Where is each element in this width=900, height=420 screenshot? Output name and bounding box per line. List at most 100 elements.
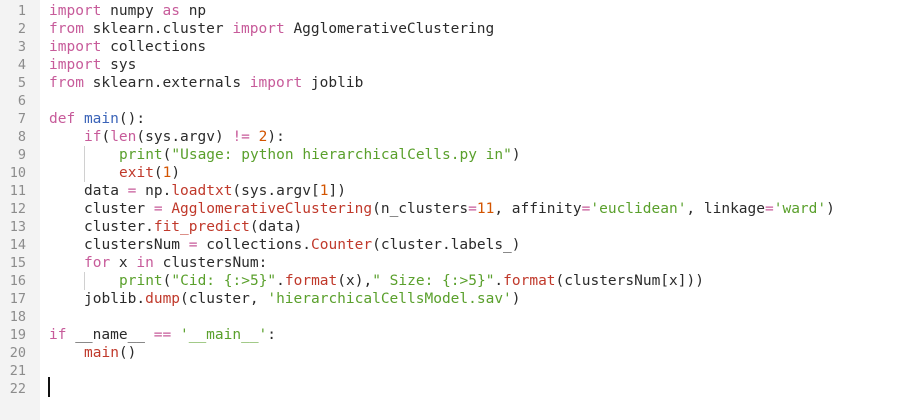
code-line[interactable]: 7 def main(): — [0, 110, 900, 128]
code-token: AgglomerativeClustering — [171, 201, 373, 217]
code-token: ) — [511, 147, 521, 163]
code-line[interactable]: 18 — [0, 308, 900, 326]
code-token: for — [84, 255, 111, 271]
code-token: . — [494, 273, 504, 289]
line-number: 17 — [9, 291, 26, 307]
line-number: 18 — [9, 309, 26, 325]
line-number: 19 — [9, 327, 26, 343]
code-token: (cluster.labels_) — [372, 237, 521, 253]
code-token: (cluster, — [180, 291, 268, 307]
code-token: = — [188, 237, 198, 253]
code-line[interactable]: 2 from sklearn.cluster import Agglomerati… — [0, 20, 900, 38]
code-token: if — [84, 129, 102, 145]
code-token: format — [503, 273, 556, 289]
code-line[interactable]: 12 cluster = AgglomerativeClustering(n_cl… — [0, 200, 900, 218]
code-token: loadtxt — [171, 183, 233, 199]
line-number: 5 — [17, 75, 26, 91]
code-text: cluster.fit_predict(data) — [49, 218, 302, 236]
code-line[interactable]: 8 if(len(sys.argv) != 2): — [0, 128, 900, 146]
code-token: ) — [171, 165, 181, 181]
line-number: 14 — [9, 237, 26, 253]
code-line[interactable]: 10 exit(1) — [0, 164, 900, 182]
code-text: import numpy as np — [49, 2, 206, 20]
code-line[interactable]: 21 — [0, 362, 900, 380]
code-line[interactable]: 9 print("Usage: python hierarchicalCells.… — [0, 146, 900, 164]
code-text: data = np.loadtxt(sys.argv[1]) — [49, 182, 346, 200]
code-line[interactable]: 16 print("Cid: {:>5}".format(x)," Size: {… — [0, 272, 900, 290]
code-text: exit(1) — [49, 164, 180, 182]
code-text: joblib.dump(cluster, 'hierarchicalCellsM… — [49, 290, 521, 308]
code-token: AgglomerativeClustering — [284, 21, 495, 37]
code-token: print — [119, 273, 163, 289]
code-token: if — [49, 327, 67, 343]
code-lines[interactable]: 1 import numpy as np 2 from sklearn.cluster… — [0, 2, 900, 398]
code-token: exit — [119, 165, 154, 181]
code-token: import — [49, 3, 102, 19]
code-line[interactable]: 14 clustersNum = collections.Counter(clus… — [0, 236, 900, 254]
code-token: cluster — [84, 201, 154, 217]
line-number: 22 — [9, 381, 26, 397]
code-token: "Usage: python hierarchicalCells.py in" — [171, 147, 512, 163]
code-token: ) — [511, 291, 521, 307]
code-token: sys — [101, 57, 137, 73]
code-token: 'hierarchicalCellsModel.sav' — [267, 291, 512, 307]
code-line[interactable]: 5 from sklearn.externals import joblib — [0, 74, 900, 92]
code-line[interactable]: 20 main() — [0, 344, 900, 362]
code-line[interactable]: 4 import sys — [0, 56, 900, 74]
line-number: 7 — [17, 111, 26, 127]
indent-guide — [49, 146, 84, 164]
code-token: clustersNum — [84, 237, 189, 253]
indent-guide — [49, 164, 84, 182]
code-line[interactable]: 6 — [0, 92, 900, 110]
code-line[interactable]: 1 import numpy as np — [0, 2, 900, 20]
code-token: , linkage — [686, 201, 765, 217]
code-token: x — [110, 255, 137, 271]
code-token: import — [49, 57, 102, 73]
code-token: ( — [153, 165, 163, 181]
code-token: import — [249, 75, 303, 91]
code-token: main — [84, 345, 119, 361]
line-number: 1 — [17, 3, 26, 19]
code-token: in — [136, 255, 154, 271]
indent-guide — [49, 254, 84, 272]
code-token: import — [232, 21, 285, 37]
code-token: (sys.argv[ — [232, 183, 320, 199]
indent-guide — [49, 218, 84, 236]
code-token: '__main__' — [179, 327, 268, 343]
line-number: 3 — [17, 39, 26, 55]
code-token: fit_predict — [153, 219, 250, 235]
code-line[interactable]: 15 for x in clustersNum: — [0, 254, 900, 272]
code-line[interactable]: 11 data = np.loadtxt(sys.argv[1]) — [0, 182, 900, 200]
code-text: main() — [49, 344, 136, 362]
code-editor[interactable]: 1 import numpy as np 2 from sklearn.cluster… — [0, 0, 900, 420]
code-token: 'ward' — [773, 201, 827, 217]
code-token: : — [267, 327, 277, 343]
code-token: data — [84, 183, 128, 199]
line-number: 12 — [9, 201, 26, 217]
code-token: sklearn.cluster — [83, 21, 233, 37]
code-token: , affinity — [494, 201, 582, 217]
line-number: 20 — [9, 345, 26, 361]
line-number: 11 — [9, 183, 26, 199]
code-line[interactable]: 19 if __name__ == '__main__': — [0, 326, 900, 344]
code-line[interactable]: 3 import collections — [0, 38, 900, 56]
code-text: for x in clustersNum: — [49, 254, 267, 272]
code-token: ( — [101, 129, 111, 145]
line-number: 6 — [17, 93, 26, 109]
code-token: import — [49, 39, 102, 55]
code-token: . — [276, 273, 285, 289]
indent-guide — [49, 200, 84, 218]
code-text: from sklearn.cluster import Agglomerativ… — [49, 20, 494, 38]
line-number: 2 — [17, 21, 26, 37]
code-text: if(len(sys.argv) != 2): — [49, 128, 285, 146]
code-text: def main(): — [49, 110, 145, 128]
code-token: 11 — [476, 201, 495, 217]
code-line[interactable]: 13 cluster.fit_predict(data) — [0, 218, 900, 236]
code-line[interactable]: 17 joblib.dump(cluster, 'hierarchicalCell… — [0, 290, 900, 308]
code-line[interactable]: 22 — [0, 380, 900, 398]
text-cursor — [48, 377, 50, 397]
code-token: ]) — [328, 183, 346, 199]
code-text: cluster = AgglomerativeClustering(n_clus… — [49, 200, 835, 218]
